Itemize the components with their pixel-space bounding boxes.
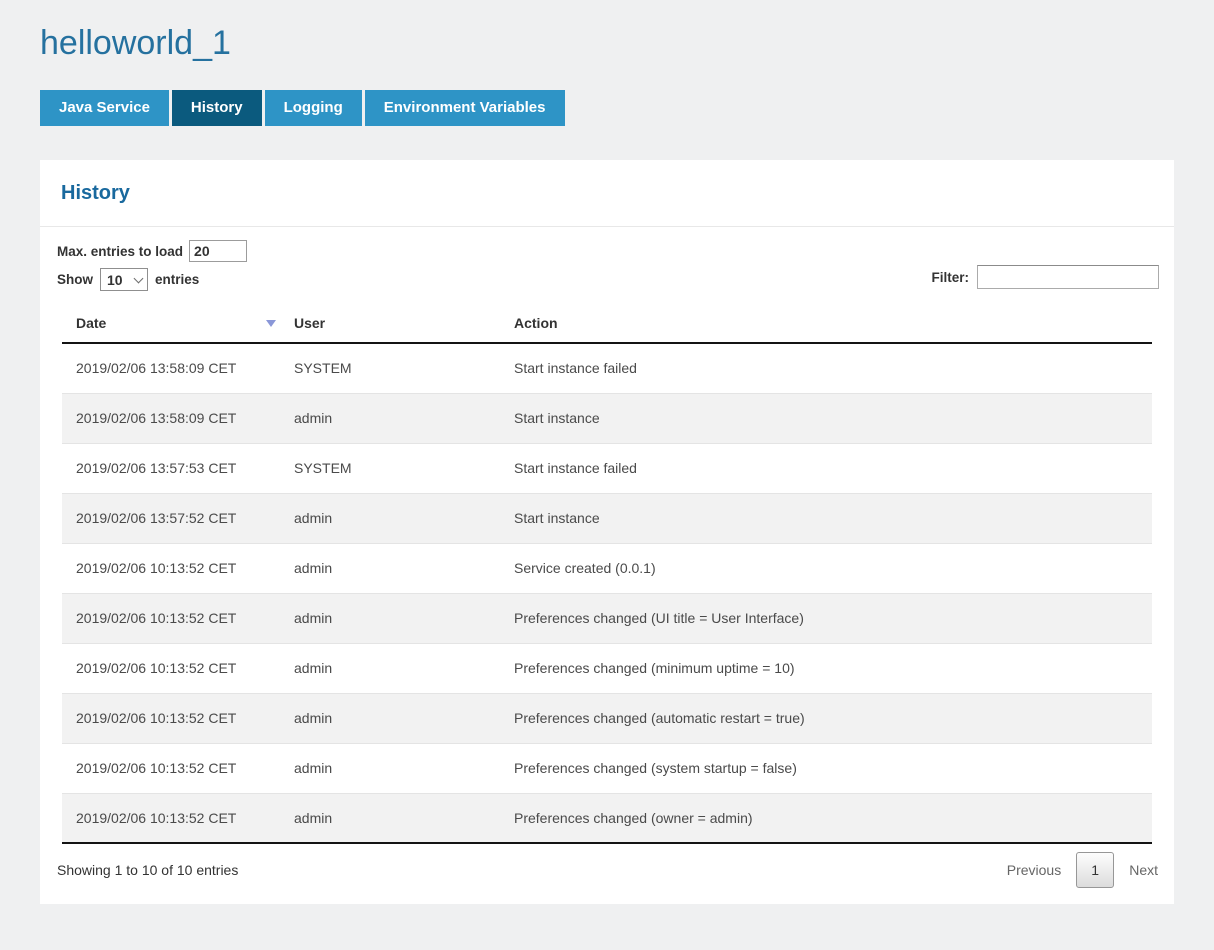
cell-date: 2019/02/06 10:13:52 CET [62, 793, 280, 843]
page: helloworld_1 Java ServiceHistoryLoggingE… [0, 0, 1214, 904]
table-row: 2019/02/06 13:57:52 CETadminStart instan… [62, 493, 1152, 543]
page-length-select[interactable]: 10 [100, 268, 148, 291]
show-label: Show [57, 272, 93, 287]
cell-user: admin [280, 693, 500, 743]
cell-action: Start instance [500, 393, 1152, 443]
cell-action: Preferences changed (owner = admin) [500, 793, 1152, 843]
table-row: 2019/02/06 13:58:09 CETadminStart instan… [62, 393, 1152, 443]
table-row: 2019/02/06 10:13:52 CETadminPreferences … [62, 593, 1152, 643]
cell-action: Service created (0.0.1) [500, 543, 1152, 593]
column-header-action[interactable]: Action [500, 306, 1152, 343]
table-row: 2019/02/06 13:58:09 CETSYSTEMStart insta… [62, 343, 1152, 393]
max-entries-row: Max. entries to load [57, 240, 1158, 262]
cell-action: Start instance [500, 493, 1152, 543]
tab-bar: Java ServiceHistoryLoggingEnvironment Va… [40, 90, 1174, 126]
filter-control: Filter: [931, 265, 1159, 289]
tab-java-service[interactable]: Java Service [40, 90, 169, 126]
cell-action: Preferences changed (automatic restart =… [500, 693, 1152, 743]
pagination-next[interactable]: Next [1129, 862, 1158, 878]
pagination-page-1[interactable]: 1 [1076, 852, 1114, 888]
cell-date: 2019/02/06 13:58:09 CET [62, 393, 280, 443]
pagination: Previous 1 Next [1007, 852, 1158, 888]
pagination-previous[interactable]: Previous [1007, 862, 1061, 878]
cell-action: Preferences changed (minimum uptime = 10… [500, 643, 1152, 693]
column-header-user[interactable]: User [280, 306, 500, 343]
page-title: helloworld_1 [40, 0, 1174, 66]
cell-date: 2019/02/06 13:57:53 CET [62, 443, 280, 493]
filter-label: Filter: [931, 270, 969, 285]
cell-user: admin [280, 393, 500, 443]
table-controls: Max. entries to load Show 10 entries Fil… [40, 227, 1174, 301]
table-info: Showing 1 to 10 of 10 entries [57, 862, 238, 878]
cell-action: Start instance failed [500, 443, 1152, 493]
cell-date: 2019/02/06 10:13:52 CET [62, 643, 280, 693]
cell-date: 2019/02/06 13:58:09 CET [62, 343, 280, 393]
table-row: 2019/02/06 10:13:52 CETadminPreferences … [62, 743, 1152, 793]
table-header-row: Date User Action [62, 306, 1152, 343]
cell-action: Preferences changed (system startup = fa… [500, 743, 1152, 793]
cell-user: admin [280, 643, 500, 693]
max-entries-input[interactable] [189, 240, 247, 262]
cell-date: 2019/02/06 10:13:52 CET [62, 543, 280, 593]
cell-user: SYSTEM [280, 443, 500, 493]
cell-user: admin [280, 793, 500, 843]
panel-header: History [40, 160, 1174, 227]
column-header-date-label: Date [76, 315, 106, 331]
table-row: 2019/02/06 10:13:52 CETadminPreferences … [62, 693, 1152, 743]
sort-desc-icon [266, 320, 276, 327]
tab-environment-variables[interactable]: Environment Variables [365, 90, 565, 126]
table-row: 2019/02/06 10:13:52 CETadminPreferences … [62, 643, 1152, 693]
entries-label: entries [155, 272, 199, 287]
max-entries-label: Max. entries to load [57, 244, 183, 259]
cell-action: Preferences changed (UI title = User Int… [500, 593, 1152, 643]
cell-user: admin [280, 743, 500, 793]
filter-input[interactable] [977, 265, 1159, 289]
tab-logging[interactable]: Logging [265, 90, 362, 126]
cell-user: admin [280, 493, 500, 543]
cell-date: 2019/02/06 10:13:52 CET [62, 693, 280, 743]
table-footer: Showing 1 to 10 of 10 entries Previous 1… [40, 844, 1174, 900]
cell-user: SYSTEM [280, 343, 500, 393]
table-row: 2019/02/06 10:13:52 CETadminService crea… [62, 543, 1152, 593]
cell-date: 2019/02/06 10:13:52 CET [62, 743, 280, 793]
page-length-select-wrap: 10 [100, 268, 148, 291]
tab-history[interactable]: History [172, 90, 262, 126]
table-row: 2019/02/06 13:57:53 CETSYSTEMStart insta… [62, 443, 1152, 493]
cell-user: admin [280, 543, 500, 593]
cell-user: admin [280, 593, 500, 643]
history-table: Date User Action 2019/02/06 13:58:09 CET… [62, 306, 1152, 844]
panel-title: History [61, 182, 130, 205]
column-header-date[interactable]: Date [62, 306, 280, 343]
cell-date: 2019/02/06 13:57:52 CET [62, 493, 280, 543]
history-panel: History Max. entries to load Show 10 ent… [40, 160, 1174, 904]
cell-action: Start instance failed [500, 343, 1152, 393]
cell-date: 2019/02/06 10:13:52 CET [62, 593, 280, 643]
table-row: 2019/02/06 10:13:52 CETadminPreferences … [62, 793, 1152, 843]
history-table-body: 2019/02/06 13:58:09 CETSYSTEMStart insta… [62, 343, 1152, 843]
